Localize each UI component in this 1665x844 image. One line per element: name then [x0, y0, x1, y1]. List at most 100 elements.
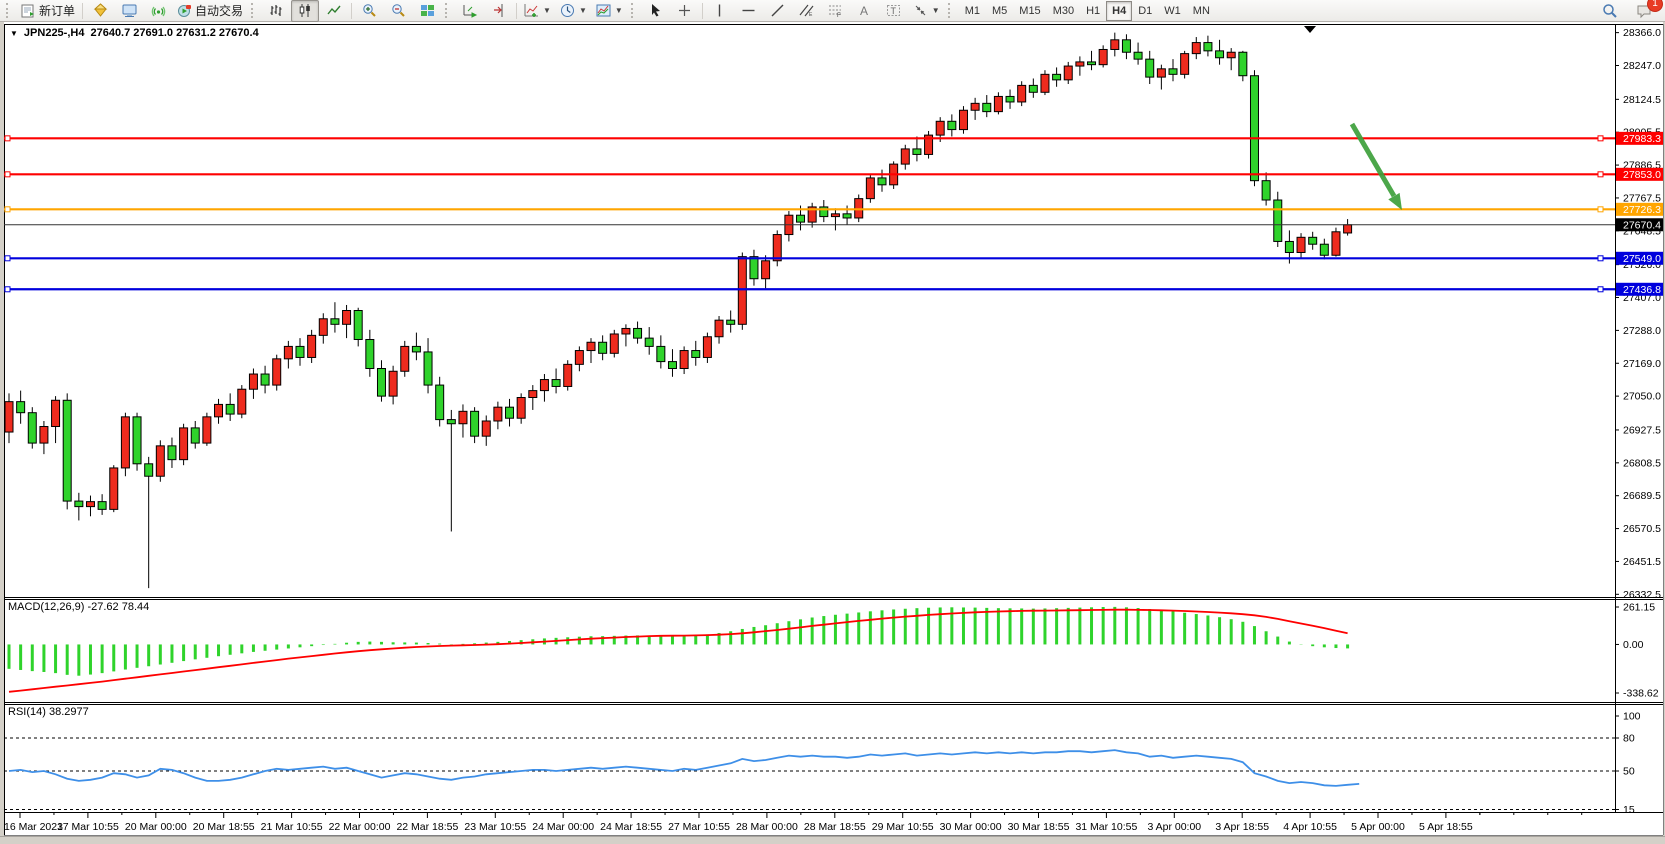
arrows-button[interactable]: ▼: [909, 0, 944, 22]
chart-shift-marker[interactable]: [1304, 26, 1316, 33]
cursor-button[interactable]: [642, 0, 670, 22]
timeframe-m30[interactable]: M30: [1047, 1, 1080, 21]
toolbar-grip[interactable]: [948, 3, 955, 18]
new-order-label: 新订单: [39, 2, 75, 19]
svg-text:-338.62: -338.62: [1623, 688, 1659, 700]
svg-text:27549.0: 27549.0: [1623, 253, 1661, 265]
svg-text:28247.0: 28247.0: [1623, 60, 1661, 72]
equidistant-channel-button[interactable]: E: [793, 0, 821, 22]
candle-down: [366, 340, 374, 369]
notifications-button[interactable]: 1: [1630, 0, 1658, 22]
crosshair-button[interactable]: [671, 0, 699, 22]
text-label-button[interactable]: T: [880, 0, 908, 22]
chart-canvas[interactable]: 28366.028247.028124.528005.527886.527767…: [0, 0, 1665, 844]
svg-text:27983.3: 27983.3: [1623, 133, 1661, 145]
horizontal-line-button[interactable]: [735, 0, 763, 22]
text-button[interactable]: A: [851, 0, 879, 22]
tile-windows-icon: [420, 3, 435, 18]
bar-chart-button[interactable]: [262, 0, 290, 22]
timeframe-h4[interactable]: H4: [1106, 1, 1132, 21]
candle-down: [1320, 244, 1328, 255]
periods-icon: [560, 3, 575, 18]
candle-up: [1099, 49, 1107, 64]
candlestick-chart-button[interactable]: [291, 0, 319, 22]
new-order-button[interactable]: 新订单: [17, 0, 79, 22]
candle-down: [28, 413, 36, 443]
vertical-line-button[interactable]: [706, 0, 734, 22]
timeframe-w1[interactable]: W1: [1158, 1, 1187, 21]
svg-text:31 Mar 10:55: 31 Mar 10:55: [1075, 821, 1137, 833]
candle-down: [645, 338, 653, 346]
toolbar-grip[interactable]: [631, 3, 638, 18]
auto-scroll-button[interactable]: [456, 0, 484, 22]
symbol-dropdown-icon[interactable]: ▼: [10, 29, 18, 38]
candle-up: [1076, 62, 1084, 66]
candle-down: [168, 446, 176, 460]
candle-down: [1274, 200, 1282, 241]
svg-text:22 Mar 18:55: 22 Mar 18:55: [396, 821, 458, 833]
candle-up: [308, 335, 316, 357]
toolbar-grip[interactable]: [445, 3, 452, 18]
timeframe-d1[interactable]: D1: [1132, 1, 1158, 21]
candle-down: [668, 362, 676, 369]
svg-text:26451.5: 26451.5: [1623, 556, 1661, 568]
candle-up: [180, 428, 188, 460]
zoom-in-button[interactable]: [355, 0, 383, 22]
candle-up: [249, 374, 257, 389]
toolbar-grip[interactable]: [251, 3, 258, 18]
svg-text:30 Mar 18:55: 30 Mar 18:55: [1008, 821, 1070, 833]
line-handle: [1598, 172, 1603, 177]
svg-text:30 Mar 00:00: 30 Mar 00:00: [940, 821, 1002, 833]
candle-down: [1239, 52, 1247, 75]
tile-windows-button[interactable]: [413, 0, 441, 22]
zoom-out-icon: [391, 3, 406, 18]
svg-text:27288.0: 27288.0: [1623, 325, 1661, 337]
virtual-hosting-button[interactable]: [115, 0, 143, 22]
candle-up: [936, 121, 944, 135]
chart-shift-button[interactable]: [485, 0, 513, 22]
auto-trading-button[interactable]: 自动交易: [173, 0, 247, 22]
toolbar-grip[interactable]: [6, 3, 13, 18]
horizontal-line-27549.0[interactable]: [4, 256, 1615, 261]
svg-text:26927.5: 26927.5: [1623, 424, 1661, 436]
svg-text:3 Apr 18:55: 3 Apr 18:55: [1215, 821, 1269, 833]
candlestick-chart-icon: [298, 3, 313, 18]
indicators-button[interactable]: ▼: [520, 0, 555, 22]
timeframe-mn[interactable]: MN: [1187, 1, 1216, 21]
timeframe-m1[interactable]: M1: [959, 1, 986, 21]
line-chart-button[interactable]: [320, 0, 348, 22]
horizontal-scrollbar[interactable]: [0, 836, 1665, 844]
annotation-arrow[interactable]: [1352, 124, 1402, 210]
line-handle: [1598, 256, 1603, 261]
candle-up: [762, 261, 770, 279]
timeframe-m15[interactable]: M15: [1013, 1, 1046, 21]
timeframe-m5[interactable]: M5: [986, 1, 1013, 21]
candle-up: [40, 427, 48, 444]
periods-button[interactable]: ▼: [556, 0, 591, 22]
candle-up: [517, 398, 525, 419]
trendline-button[interactable]: [764, 0, 792, 22]
search-button[interactable]: [1596, 0, 1624, 22]
timeframe-h1[interactable]: H1: [1080, 1, 1106, 21]
horizontal-line-27983.3[interactable]: [4, 136, 1615, 141]
candle-down: [1134, 52, 1142, 59]
candle-down: [63, 400, 71, 501]
market-button[interactable]: [86, 0, 114, 22]
signals-button[interactable]: [144, 0, 172, 22]
svg-text:26689.5: 26689.5: [1623, 490, 1661, 502]
candle-down: [1088, 62, 1096, 65]
symbol-period-label: JPN225-,H4: [24, 27, 85, 39]
candle-down: [599, 342, 607, 353]
price-badge-27726.3: 27726.3: [1616, 203, 1663, 216]
fibonacci-button[interactable]: F: [822, 0, 850, 22]
horizontal-line-27853.0[interactable]: [4, 172, 1615, 177]
new-order-icon: [21, 3, 36, 18]
timeframe-toolbar: M1M5M15M30H1H4D1W1MN: [959, 1, 1216, 21]
templates-button[interactable]: ▼: [592, 0, 627, 22]
svg-text:16 Mar 2023: 16 Mar 2023: [4, 821, 63, 833]
zoom-out-button[interactable]: [384, 0, 412, 22]
svg-text:23 Mar 10:55: 23 Mar 10:55: [464, 821, 526, 833]
svg-text:80: 80: [1623, 733, 1635, 745]
horizontal-line-27436.8[interactable]: [4, 287, 1615, 292]
candle-down: [552, 380, 560, 387]
